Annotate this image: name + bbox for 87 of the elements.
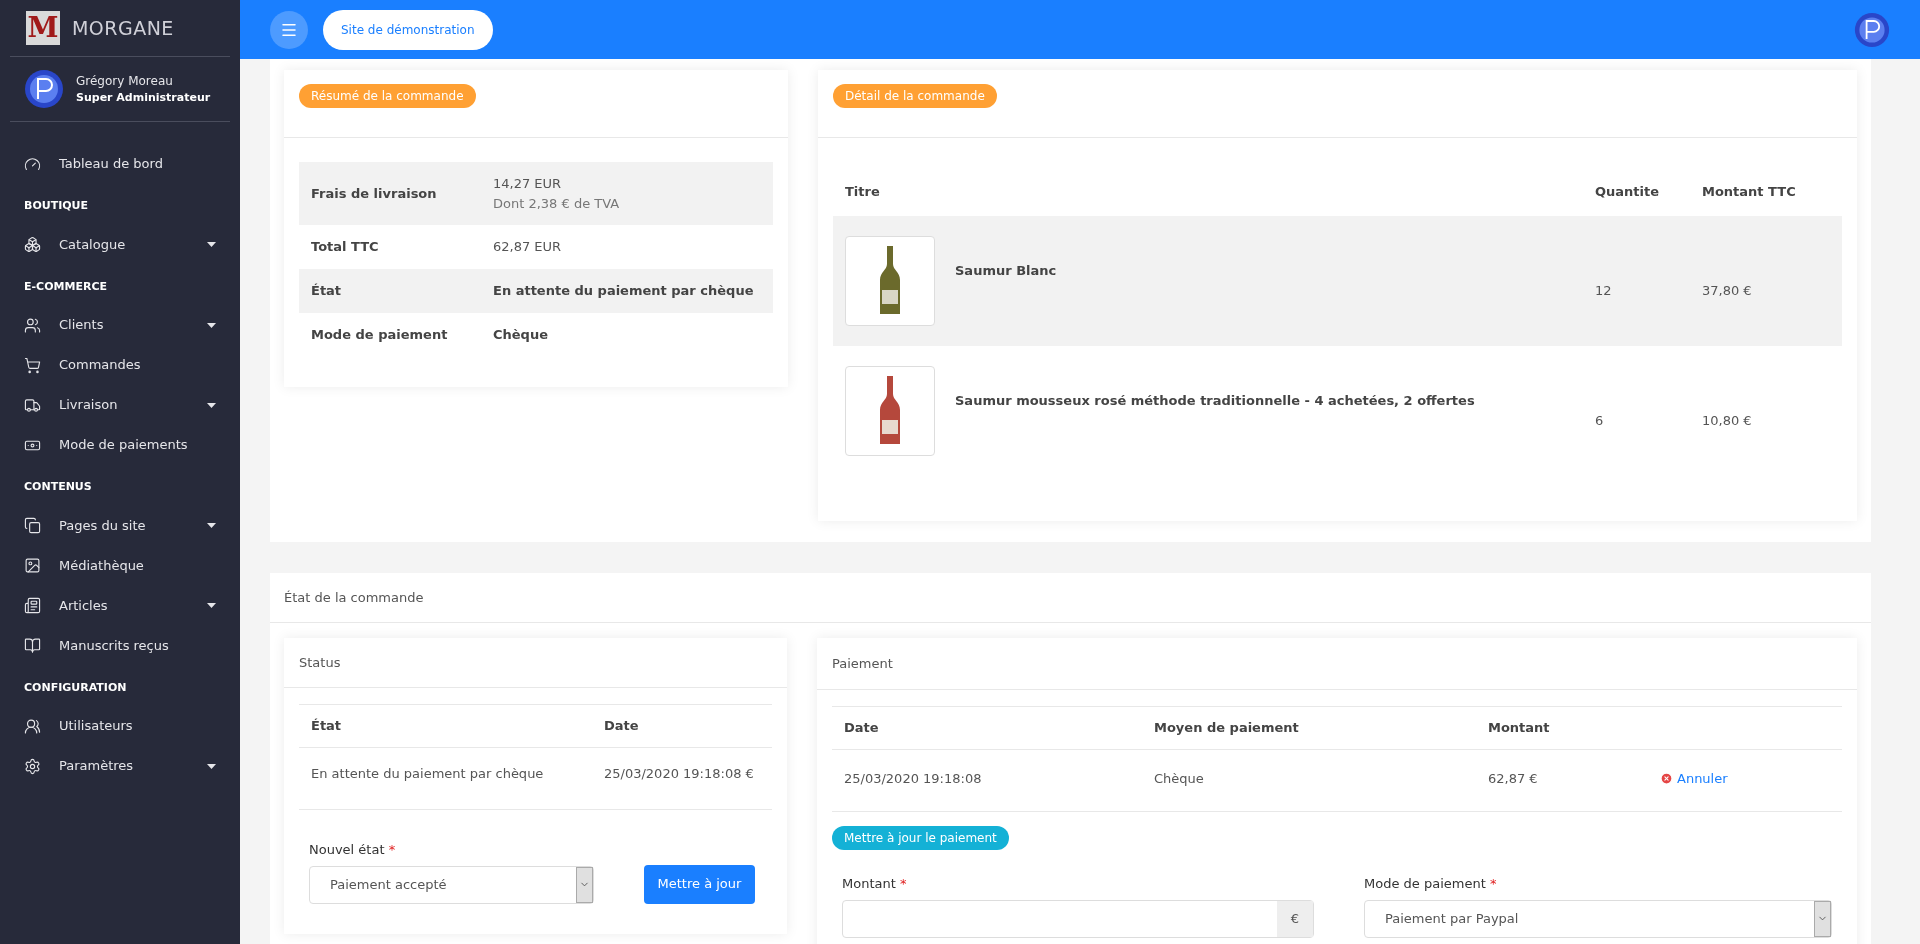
avatar-icon xyxy=(1854,11,1890,48)
column-header: État xyxy=(311,717,343,736)
caret-icon xyxy=(207,603,216,608)
summary-value: En attente du paiement par chèque xyxy=(493,282,754,301)
column-header: Montant TTC xyxy=(1702,183,1797,202)
table-cell-text: En attente du paiement par chèque xyxy=(311,764,545,783)
summary-note: Dont 2,38 € de TVA xyxy=(493,194,620,213)
brand-name: MORGANE xyxy=(72,15,174,41)
cart-icon xyxy=(24,356,41,374)
update-button[interactable]: Mettre à jour xyxy=(644,864,755,904)
sidebar-item[interactable]: Manuscrits reçus xyxy=(24,625,216,666)
sidebar-section-title: CONFIGURATION xyxy=(24,679,128,696)
sidebar-item[interactable]: Utilisateurs xyxy=(24,706,216,746)
settings-icon xyxy=(24,757,41,775)
user-name: Grégory Moreau xyxy=(76,72,174,90)
field-label: Montant * xyxy=(842,875,908,893)
sidebar-section-title: BOUTIQUE xyxy=(24,198,90,214)
summary-value: 62,87 EUR xyxy=(493,238,562,257)
card-title: Paiement xyxy=(832,654,893,673)
sidebar-item[interactable]: Livraison xyxy=(24,385,216,425)
table-cell-text: 37,80 € xyxy=(1702,282,1753,301)
users-icon xyxy=(24,717,41,735)
menu-button[interactable] xyxy=(270,10,308,49)
panel-title: État de la commande xyxy=(284,588,424,607)
sidebar-item[interactable]: Commandes xyxy=(24,345,216,385)
truck-icon xyxy=(24,396,41,414)
table-cell-text: 25/03/2020 19:18:08 € xyxy=(604,764,754,783)
summary-label: Mode de paiement xyxy=(311,326,449,345)
newspaper-icon xyxy=(24,597,41,614)
logo: M xyxy=(26,11,60,45)
table-cell-text: 62,87 € xyxy=(1488,769,1539,788)
boxes-icon xyxy=(24,236,41,253)
summary-label: État xyxy=(311,282,343,301)
pages-icon xyxy=(24,517,41,534)
sidebar-item[interactable]: Articles xyxy=(24,585,216,626)
sidebar-section-title: CONTENUS xyxy=(24,479,93,495)
sidebar-item[interactable]: Tableau de bord xyxy=(24,144,216,184)
caret-icon xyxy=(207,322,216,328)
book-icon xyxy=(24,637,41,654)
column-header: Titre xyxy=(845,183,881,202)
column-header: Montant xyxy=(1488,719,1550,738)
table-cell-text: Chèque xyxy=(1154,769,1205,788)
sidebar-item[interactable]: Mode de paiements xyxy=(24,425,216,465)
column-header: Moyen de paiement xyxy=(1154,719,1300,738)
wine-bottle-drawing xyxy=(879,246,901,316)
state-select[interactable]: Paiement accepté xyxy=(309,865,594,904)
summary-label: Total TTC xyxy=(311,238,380,257)
caret-icon xyxy=(207,763,216,769)
amount-field[interactable]: € xyxy=(842,899,1314,938)
image-icon xyxy=(24,557,41,574)
payment-mode-select[interactable]: Paiement par Paypal xyxy=(1364,899,1832,938)
column-header: Date xyxy=(604,717,639,736)
caret-icon xyxy=(207,523,216,528)
users-icon xyxy=(24,316,41,334)
close-icon xyxy=(1660,772,1673,785)
sidebar-item[interactable]: Médiathèque xyxy=(24,545,216,586)
currency-addon: € xyxy=(1277,900,1313,937)
wine-bottle-drawing xyxy=(879,376,901,446)
column-header: Date xyxy=(844,719,880,738)
sidebar-item[interactable]: Pages du site xyxy=(24,505,216,546)
product-title: Saumur Blanc xyxy=(955,262,1057,281)
avatar-icon xyxy=(24,69,64,109)
caret-icon xyxy=(207,402,216,408)
gauge-icon xyxy=(24,155,41,173)
summary-value: 14,27 EUR xyxy=(493,175,563,193)
summary-value: Chèque xyxy=(493,326,548,345)
caret-icon xyxy=(207,242,216,247)
table-cell-text: 25/03/2020 19:18:08 xyxy=(844,769,983,788)
product-title: Saumur mousseux rosé méthode traditionnelle - 4 achetées, 2 offertes xyxy=(955,392,1475,411)
section-badge: Résumé de la commande xyxy=(299,84,476,108)
sidebar-section-title: E-COMMERCE xyxy=(24,278,108,295)
cancel-link[interactable]: Annuler xyxy=(1660,768,1728,789)
table-cell-text: 12 xyxy=(1595,282,1613,301)
column-header: Quantite xyxy=(1595,183,1661,202)
field-label: Mode de paiement * xyxy=(1364,875,1498,893)
summary-label: Frais de livraison xyxy=(311,184,438,203)
section-badge: Détail de la commande xyxy=(833,84,997,108)
sidebar-item[interactable]: Clients xyxy=(24,305,216,345)
field-label: Nouvel état * xyxy=(309,841,397,859)
section-badge: Mettre à jour le paiement xyxy=(832,826,1009,850)
table-cell-text: 10,80 € xyxy=(1702,412,1753,431)
user-role: Super Administrateur xyxy=(76,89,211,106)
sidebar-item[interactable]: Paramètres xyxy=(24,746,216,786)
sidebar-item[interactable]: Catalogue xyxy=(24,224,216,265)
table-cell-text: 6 xyxy=(1595,412,1605,431)
card-title: Status xyxy=(299,653,341,672)
site-button[interactable]: Site de démonstration xyxy=(323,9,493,50)
